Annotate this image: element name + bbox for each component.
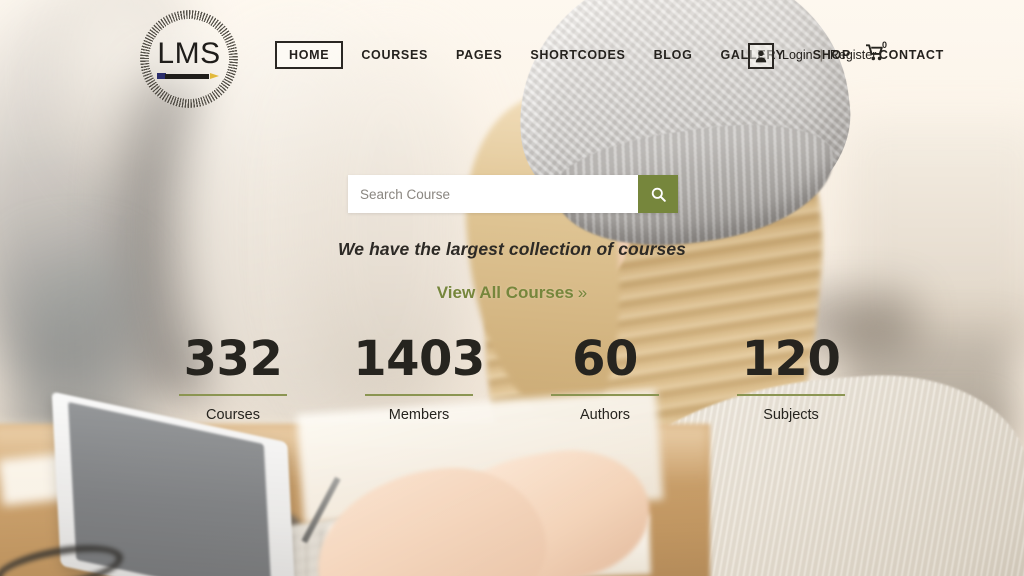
stat-item-members: 1403 Members <box>326 331 512 423</box>
nav-item-blog[interactable]: BLOG <box>640 42 707 68</box>
nav-item-pages[interactable]: PAGES <box>442 42 516 68</box>
stat-item-subjects: 120 Subjects <box>698 331 884 423</box>
stat-item-authors: 60 Authors <box>512 331 698 423</box>
stat-divider <box>551 393 659 396</box>
nav-item-home[interactable]: HOME <box>275 41 344 69</box>
view-all-courses-label: View All Courses <box>436 283 574 302</box>
pencil-icon <box>157 72 221 80</box>
auth-links: Login | Register <box>782 48 876 62</box>
login-link[interactable]: Login <box>782 48 813 62</box>
stat-value: 120 <box>741 331 841 387</box>
search-input[interactable] <box>348 175 638 213</box>
user-account-button[interactable] <box>748 43 774 69</box>
auth-separator: | <box>819 48 823 62</box>
search-submit-button[interactable] <box>638 175 678 213</box>
site-header: LMS HOME COURSES PAGES SHORTCODES BLOG G… <box>0 0 1024 108</box>
chevron-right-icon: » <box>577 283 588 302</box>
stat-divider <box>365 393 473 396</box>
course-search-form <box>348 175 678 213</box>
cart-count-badge: 0 <box>882 40 888 50</box>
stat-divider <box>737 393 845 396</box>
nav-item-courses[interactable]: COURSES <box>347 42 442 68</box>
nav-item-shortcodes[interactable]: SHORTCODES <box>516 42 639 68</box>
stats-bar: 332 Courses 1403 Members 60 Authors 120 … <box>140 331 884 423</box>
view-all-courses-link[interactable]: View All Courses» <box>0 283 1024 303</box>
hero-tagline: We have the largest collection of course… <box>337 239 687 259</box>
stat-value: 1403 <box>353 331 485 387</box>
stat-label: Members <box>388 406 450 423</box>
stat-divider <box>179 393 287 396</box>
user-icon <box>755 50 767 62</box>
stat-value: 332 <box>183 331 283 387</box>
cart-button[interactable]: 0 <box>866 40 887 66</box>
logo-ring-icon <box>140 10 238 108</box>
search-icon <box>651 187 666 202</box>
stat-value: 60 <box>572 331 638 387</box>
stat-label: Courses <box>206 406 260 423</box>
stat-item-courses: 332 Courses <box>140 331 326 423</box>
stat-label: Authors <box>580 406 630 423</box>
stat-label: Subjects <box>763 406 819 423</box>
site-logo[interactable]: LMS <box>140 10 238 108</box>
